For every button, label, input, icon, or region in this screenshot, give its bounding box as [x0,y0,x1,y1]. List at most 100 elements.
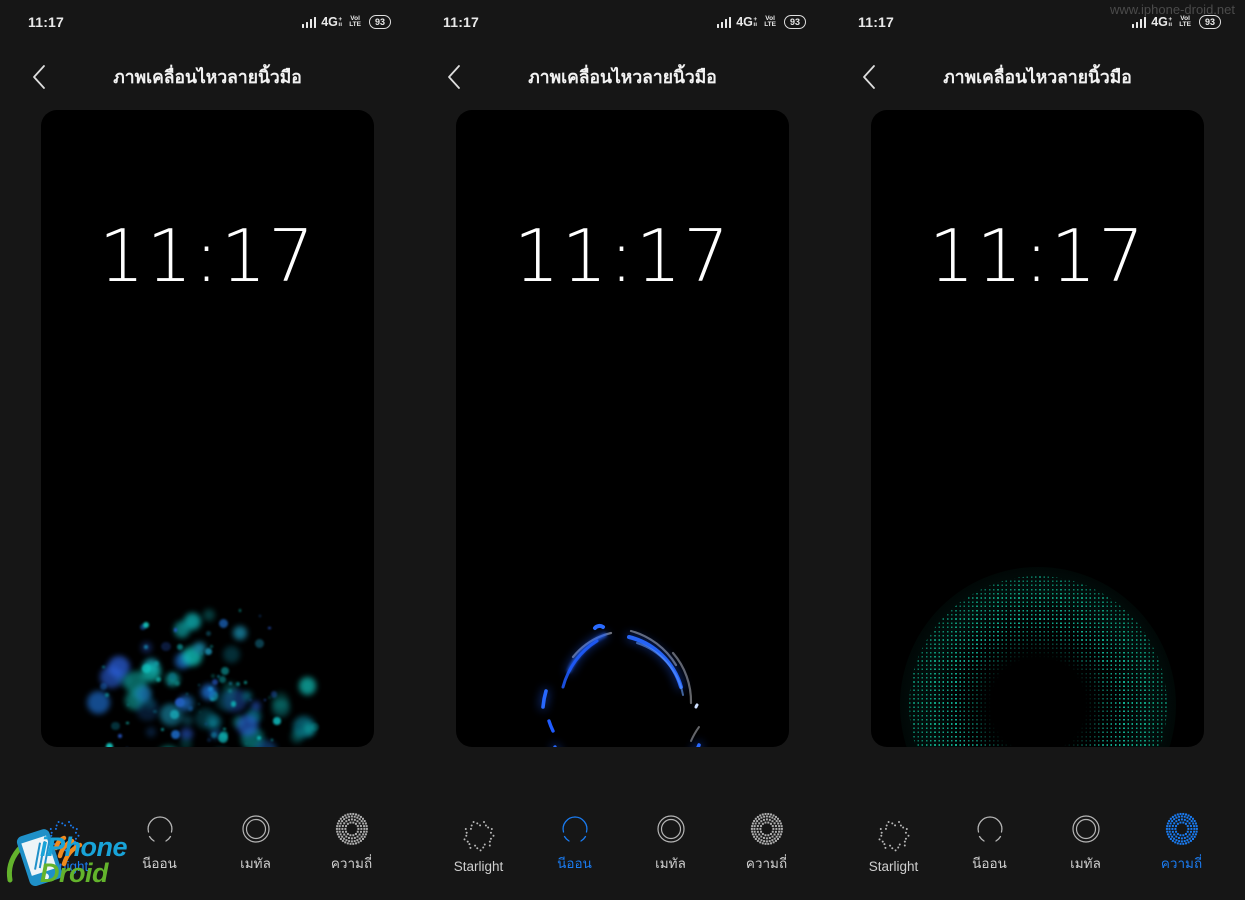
tab-metal[interactable]: เมทัล [640,812,702,874]
back-button[interactable] [437,60,471,94]
bokeh-particle [141,641,153,653]
back-button[interactable] [852,60,886,94]
arc-ring-icon-wrap [143,812,177,846]
tab-frequency[interactable]: ความถี่ [736,812,798,874]
app-header: ภาพเคลื่อนไหวลายนิ้วมือ [415,44,830,110]
tab-starlight[interactable]: Starlight [863,819,925,874]
bokeh-particle [173,627,178,632]
concentric-dotted-ring-icon-wrap [1165,812,1199,846]
tab-starlight[interactable]: Starlight [448,819,510,874]
signal-bars-icon [716,16,732,28]
app-header: ภาพเคลื่อนไหวลายนิ้วมือ [830,44,1245,110]
bokeh-particle [243,680,247,684]
bokeh-particle [222,646,240,664]
battery-indicator: 93 [1198,15,1221,29]
status-bar: 11:17 4G + ıı VoI LTE 93 [415,0,830,44]
preview-clock: 11:17 [98,214,317,298]
concentric-dotted-ring-icon [750,812,784,846]
dotted-ring-icon [47,819,81,853]
status-bar-icons: 4G + ıı VoI LTE 93 [301,15,391,29]
tab-label-metal: เมทัล [1070,856,1101,871]
bokeh-particle [221,667,229,675]
concentric-dotted-ring-icon [335,812,369,846]
network-type-label: 4G [321,15,338,29]
tab-starlight[interactable]: Starlight [33,819,95,874]
effect-tabbar: Starlight นีออน เมทัล ความถี่ [415,812,830,874]
screenshot-root: 11:17 4G + ıı VoI LTE 93 ภาพเคลื่อนไหวลา… [0,0,1245,900]
effect-tabbar: Starlight นีออน เมทัล ความถี่ [0,812,415,874]
tab-metal[interactable]: เมทัล [225,812,287,874]
status-bar-time: 11:17 [443,14,480,30]
bokeh-particle [232,625,247,640]
network-plus-label: + ıı [1168,15,1173,28]
concentric-dotted-ring-icon-wrap [335,812,369,846]
tab-neon[interactable]: นีออน [959,812,1021,874]
bokeh-particle [231,701,237,707]
chevron-left-icon [30,63,48,91]
tab-label-metal: เมทัล [655,856,686,871]
back-button[interactable] [22,60,56,94]
tab-metal[interactable]: เมทัล [1055,812,1117,874]
volte-icon: VoI LTE [349,15,361,28]
tab-label-metal: เมทัล [240,856,271,871]
status-bar: 11:17 4G + ıı VoI LTE 93 [830,0,1245,44]
battery-indicator: 93 [783,15,806,29]
bokeh-particle [219,619,229,629]
bokeh-particle [229,682,232,685]
bokeh-particle [142,621,149,628]
tab-frequency[interactable]: ความถี่ [1151,812,1213,874]
bokeh-particle [263,698,267,702]
tab-label-frequency: ความถี่ [1160,856,1203,871]
bokeh-particle [290,730,304,743]
bokeh-particle [160,727,165,732]
double-circle-icon-wrap [239,812,273,846]
volte-icon: VoI LTE [764,15,776,28]
bokeh-particle [198,710,201,714]
bokeh-particle [268,626,271,630]
bokeh-particle [197,703,200,706]
bokeh-particle [255,639,265,648]
tab-frequency[interactable]: ความถี่ [321,812,383,874]
lockscreen-preview: 11:17 [41,110,374,747]
bokeh-particle [212,679,218,685]
tab-label-neon: นีออน [142,856,177,871]
signal-bars-icon [1131,16,1147,28]
tab-neon[interactable]: นีออน [544,812,606,874]
bokeh-particle [106,743,113,747]
double-circle-icon-wrap [654,812,688,846]
bokeh-particle [193,641,206,654]
dotted-ring-icon-wrap [47,819,81,853]
bokeh-particle [179,737,192,747]
status-bar-time: 11:17 [858,14,895,30]
double-circle-icon-wrap [1069,812,1103,846]
neon-arc-graphic [483,585,763,747]
bokeh-particle [181,715,194,727]
dotted-ring-icon [462,819,496,853]
signal-bars-icon [301,16,317,28]
bokeh-particle [136,687,151,701]
tab-label-frequency: ความถี่ [330,856,373,871]
network-plus-label: + ıı [753,15,758,28]
tab-label-starlight: Starlight [38,859,89,874]
status-bar: 11:17 4G + ıı VoI LTE 93 [0,0,415,44]
bokeh-particle [219,733,229,743]
panel-frequency: 11:17 4G + ıı VoI LTE 93 ภาพเคลื่อนไหวลา… [830,0,1245,900]
page-title: ภาพเคลื่อนไหวลายนิ้วมือ [113,67,302,87]
effect-tabbar: Starlight นีออน เมทัล ความถี่ [830,812,1245,874]
bokeh-particle [211,674,215,678]
tab-neon[interactable]: นีออน [129,812,191,874]
status-bar-icons: 4G + ıı VoI LTE 93 [1131,15,1221,29]
bokeh-particle [126,721,129,724]
bokeh-particle [171,729,181,739]
double-circle-icon [654,812,688,846]
frequency-dotted-ring-effect [898,567,1178,747]
bokeh-particle [110,721,120,731]
bokeh-particle [177,644,183,650]
bokeh-particle [105,693,110,698]
bokeh-particle [210,645,214,648]
bokeh-particle [202,608,216,622]
double-circle-icon [239,812,273,846]
dotted-ring-icon [877,819,911,853]
bokeh-particle [268,696,271,699]
bokeh-particle [271,692,290,711]
